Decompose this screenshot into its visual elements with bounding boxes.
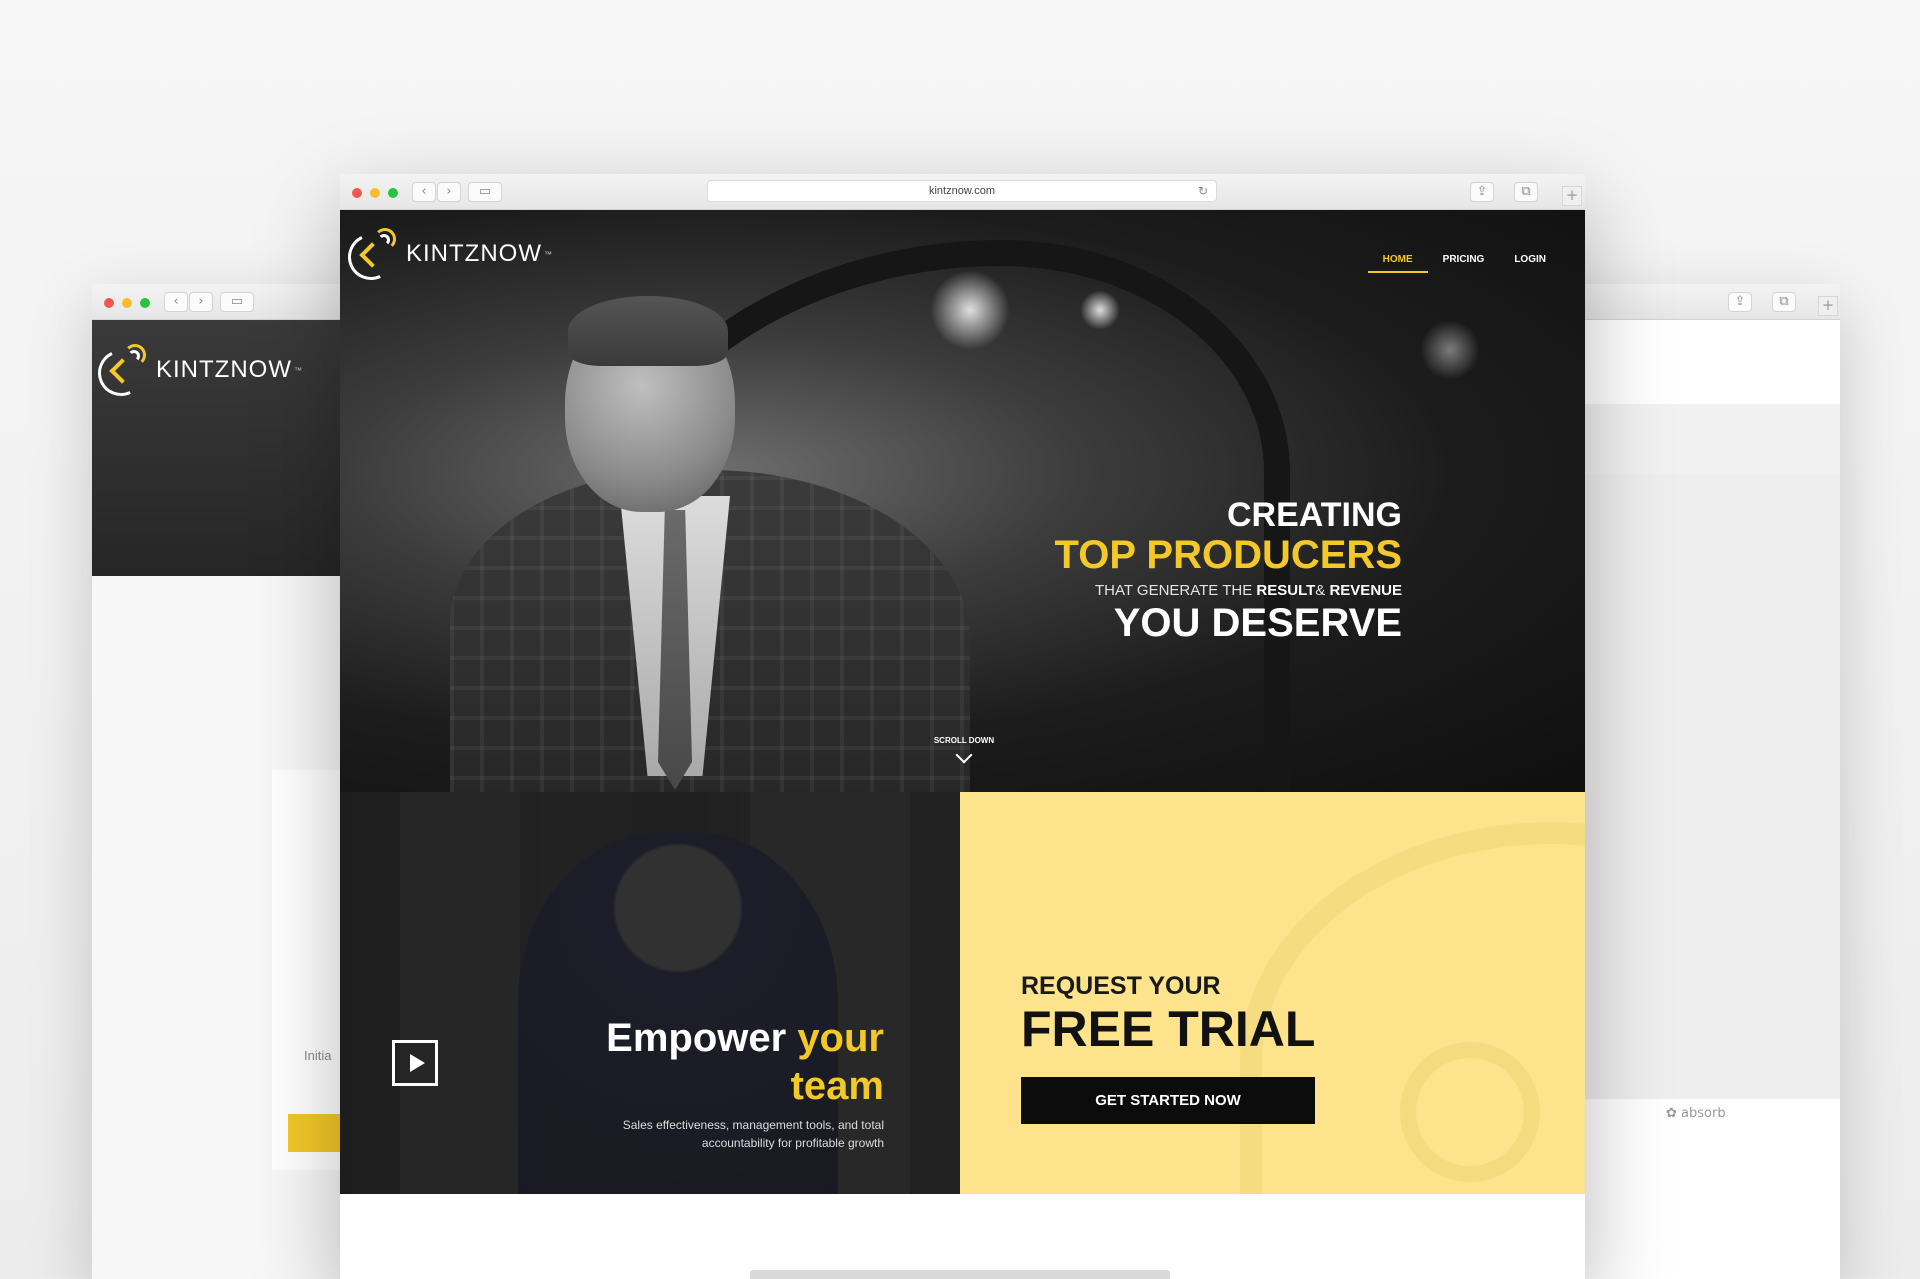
sidebar-icon[interactable]: ▭	[468, 182, 502, 202]
headline-line-3-prefix: THAT GENERATE THE	[1094, 582, 1253, 599]
minimize-window-icon[interactable]	[122, 298, 132, 308]
back-icon[interactable]: ‹	[412, 182, 436, 202]
logo[interactable]: KINTZNOW ™	[92, 343, 302, 403]
maximize-window-icon[interactable]	[140, 298, 150, 308]
headline-result: RESULT	[1256, 582, 1316, 599]
empower-title-white: Empower	[606, 1016, 787, 1060]
headline-ampersand: &	[1315, 582, 1326, 599]
nav-home[interactable]: HOME	[1367, 254, 1428, 273]
close-window-icon[interactable]	[104, 298, 114, 308]
empower-title: Empower your team	[606, 1014, 884, 1110]
minimize-window-icon[interactable]	[370, 188, 380, 198]
kintznow-logo-icon	[341, 227, 401, 287]
trial-heading-large: FREE TRIAL	[1021, 1001, 1316, 1057]
main-browser-window: ‹ › ▭ kintznow.com ↻ ⇪ ⧉ + KINTZNOW ™ HO…	[340, 174, 1585, 1279]
nav-login[interactable]: LOGIN	[1499, 254, 1561, 273]
forward-icon[interactable]: ›	[189, 292, 213, 312]
main-nav: HOME PRICING LOGIN	[1367, 254, 1561, 273]
hero-headline: CREATING TOP PRODUCERS THAT GENERATE THE…	[1055, 496, 1402, 646]
headline-line-4: YOU DESERVE	[1113, 601, 1402, 645]
empower-title-yellow: your	[797, 1016, 884, 1060]
empower-subtitle: Sales effectiveness, management tools, a…	[622, 1118, 884, 1150]
scroll-down-label: SCROLL DOWN	[933, 736, 995, 745]
empower-section: Empower your team Sales effectiveness, m…	[340, 792, 960, 1194]
absorb-brand: ✿ absorb	[1666, 1106, 1726, 1121]
free-trial-section: REQUEST YOUR FREE TRIAL GET STARTED NOW	[960, 792, 1585, 1194]
tabs-overview-icon[interactable]: ⧉	[1514, 182, 1538, 202]
reload-icon[interactable]: ↻	[1198, 181, 1208, 201]
empower-title-line-2: team	[790, 1064, 884, 1108]
form-label: Initia	[304, 1048, 332, 1063]
headline-revenue: REVENUE	[1329, 582, 1402, 599]
hero-light	[1420, 320, 1480, 380]
hero-man-hair	[568, 296, 728, 366]
forward-icon[interactable]: ›	[437, 182, 461, 202]
logo-text: KINTZNOW	[406, 240, 542, 267]
nav-pricing[interactable]: PRICING	[1428, 254, 1500, 273]
trial-heading-small: REQUEST YOUR	[1021, 972, 1221, 1000]
logo-trademark: ™	[543, 249, 552, 259]
next-section-heading-peek	[750, 1270, 1170, 1279]
kintznow-logo-icon	[92, 343, 151, 403]
logo[interactable]: KINTZNOW ™	[341, 227, 552, 287]
logo-trademark: ™	[293, 365, 302, 375]
car-wheel-watermark	[1400, 1042, 1540, 1182]
hero-light	[930, 270, 1010, 350]
play-video-icon[interactable]	[392, 1040, 438, 1086]
hero-light	[1080, 290, 1120, 330]
chevron-down-icon	[955, 746, 973, 764]
address-bar[interactable]: kintznow.com ↻	[707, 180, 1217, 202]
new-tab-icon[interactable]: +	[1562, 186, 1582, 206]
share-icon[interactable]: ⇪	[1728, 292, 1752, 312]
logo-text: KINTZNOW	[156, 356, 292, 383]
url-text: kintznow.com	[928, 185, 996, 197]
new-tab-icon[interactable]: +	[1818, 296, 1838, 316]
tabs-overview-icon[interactable]: ⧉	[1772, 292, 1796, 312]
back-icon[interactable]: ‹	[164, 292, 188, 312]
maximize-window-icon[interactable]	[388, 188, 398, 198]
sidebar-icon[interactable]: ▭	[220, 292, 254, 312]
share-icon[interactable]: ⇪	[1470, 182, 1494, 202]
headline-line-3: THAT GENERATE THE RESULT& REVENUE	[1055, 582, 1402, 599]
get-started-button[interactable]: GET STARTED NOW	[1021, 1077, 1315, 1124]
headline-line-2: TOP PRODUCERS	[1054, 533, 1402, 577]
next-section	[340, 1194, 1585, 1279]
headline-line-1: CREATING	[1226, 496, 1402, 534]
browser-toolbar: ‹ › ▭ kintznow.com ↻ ⇪ ⧉ +	[340, 174, 1585, 210]
absorb-brand-text: absorb	[1681, 1106, 1726, 1121]
scroll-down-button[interactable]: SCROLL DOWN	[924, 736, 1004, 764]
close-window-icon[interactable]	[352, 188, 362, 198]
hero-section: KINTZNOW ™ HOME PRICING LOGIN CREATING T…	[340, 210, 1585, 792]
